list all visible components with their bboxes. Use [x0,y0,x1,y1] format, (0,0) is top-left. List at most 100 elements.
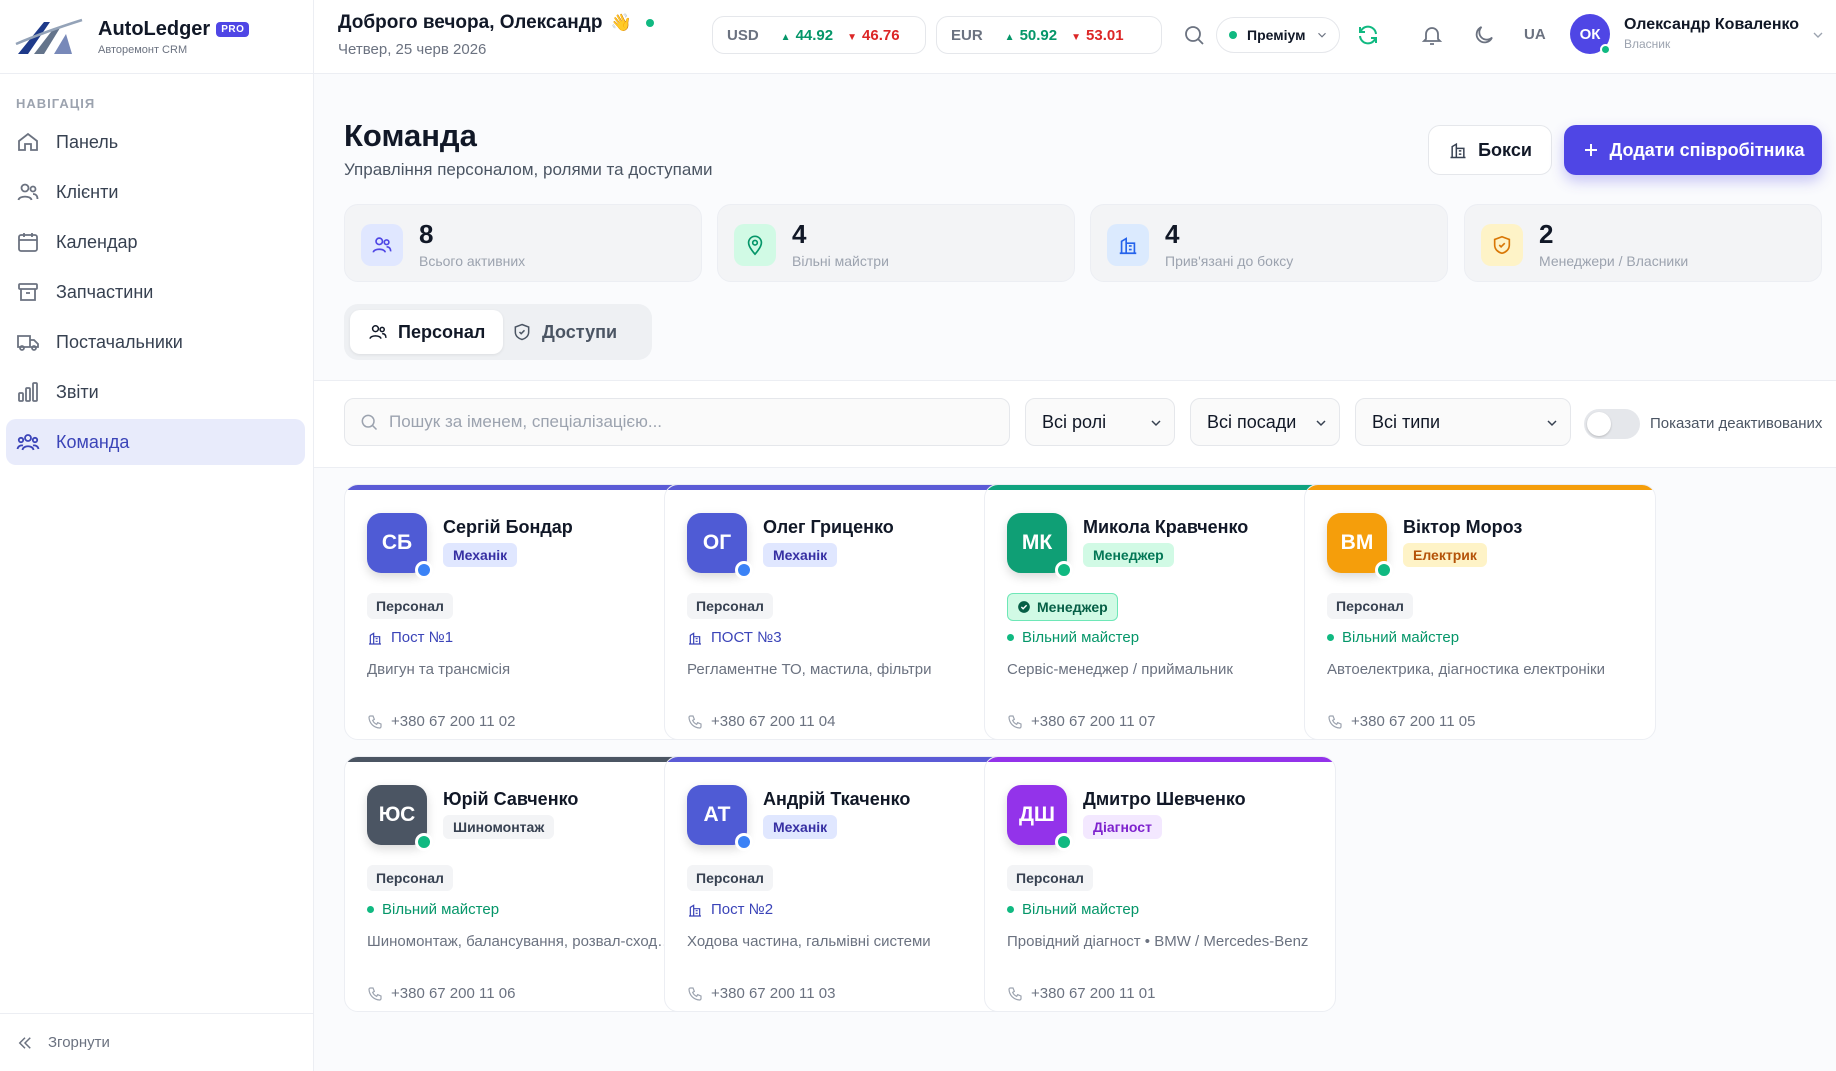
moon-icon[interactable] [1472,23,1496,47]
bar-chart-icon [18,382,38,402]
employee-card[interactable]: МК Микола Кравченко Менеджер Менеджер Вільни… [984,484,1336,740]
sidebar-item-parts[interactable]: Запчастини [6,269,305,315]
team-icon [16,434,40,451]
sidebar-item-team[interactable]: Команда [6,419,305,465]
greeting-text: Доброго вечора, Олександр [338,12,603,33]
filter-bar: Всі ролі Всі посади Всі типи Показати де… [314,380,1836,468]
employee-avatar: СБ [367,513,433,579]
employee-card[interactable]: ВМ Віктор Мороз Електрик Персонал Вільний ма… [1304,484,1656,740]
search-input[interactable] [389,412,989,432]
add-employee-label: Додати співробітника [1609,139,1805,160]
stat-card-bound: 4 Прив'язані до боксу [1090,204,1448,282]
employee-post: Вільний майстер [1022,901,1140,918]
employee-post: ПОСТ №3 [711,629,782,646]
shield-icon [514,323,530,341]
stat-label: Вільні майстри [792,253,889,269]
shield-icon [1493,235,1511,255]
employee-phone[interactable]: +380 67 200 11 03 [687,985,835,1002]
plan-status-dot [1229,31,1237,39]
employee-card[interactable]: ЮС Юрій Савченко Шиномонтаж Персонал Вільний… [344,756,696,1012]
phone-number: +380 67 200 11 01 [1031,985,1156,1002]
free-status-dot [1007,906,1014,913]
phone-icon [368,714,382,729]
nav-heading: НАВІГАЦІЯ [16,96,96,111]
sidebar-item-label: Звіти [56,381,99,402]
add-employee-button[interactable]: Додати співробітника [1564,125,1822,175]
fx-sell: 46.76 [862,26,900,44]
sidebar-item-dashboard[interactable]: Панель [6,119,305,165]
employee-phone[interactable]: +380 67 200 11 02 [367,713,515,730]
employee-phone[interactable]: +380 67 200 11 05 [1327,713,1475,730]
arrow-down-icon: ▼ [847,31,858,43]
brand[interactable]: AutoLedger PRO Авторемонт CRM [0,0,313,74]
fx-rate-eur[interactable]: EUR ▲ 50.92 ▼ 53.01 [936,16,1162,54]
fx-currency: EUR [951,26,983,44]
sidebar-item-reports[interactable]: Звіти [6,369,305,415]
employee-phone[interactable]: +380 67 200 11 07 [1007,713,1155,730]
home-icon [18,132,38,151]
employee-post: Вільний майстер [1342,629,1460,646]
sidebar: AutoLedger PRO Авторемонт CRM НАВІГАЦІЯ П… [0,0,314,1071]
avatar-initials: ВМ [1340,531,1374,554]
wave-emoji: 👋 [610,13,632,32]
refresh-icon[interactable] [1356,23,1380,47]
tab-access[interactable]: Доступи [494,310,635,354]
search-icon[interactable] [1182,23,1206,47]
avatar-initials: ОГ [702,531,732,554]
phone-number: +380 67 200 11 04 [711,713,836,730]
boxes-button[interactable]: Бокси [1428,125,1552,175]
employee-card[interactable]: СБ Сергій Бондар Механік Персонал Пост №1 Дви… [344,484,696,740]
phone-icon [1328,714,1342,729]
chevron-down-icon [1318,32,1327,38]
employee-card[interactable]: АТ Андрій Ткаченко Механік Персонал Пост №2 Х… [664,756,1016,1012]
user-name[interactable]: Олександр Коваленко [1624,16,1799,34]
employee-phone[interactable]: +380 67 200 11 01 [1007,985,1155,1002]
types-select[interactable]: Всі типи [1355,398,1571,446]
arrow-up-icon: ▲ [780,31,791,43]
tab-label: Персонал [398,321,486,342]
employee-post: Пост №2 [711,901,774,918]
phone-icon [368,986,382,1001]
sidebar-item-label: Панель [56,131,119,152]
boxes-button-label: Бокси [1478,139,1532,160]
building-icon [689,631,701,645]
employee-phone[interactable]: +380 67 200 11 06 [367,985,515,1002]
users-icon [17,183,39,201]
main-content: Команда Управління персоналом, ролями та… [314,74,1836,1071]
status-dot [735,833,753,851]
sidebar-item-calendar[interactable]: Календар [6,219,305,265]
employee-card[interactable]: ОГ Олег Гриценко Механік Персонал ПОСТ №3 Рег… [664,484,1016,740]
chevron-down-icon[interactable] [1810,27,1826,43]
phone-icon [1008,986,1022,1001]
plan-selector[interactable]: Преміум [1216,17,1340,53]
free-status-dot [1327,634,1334,641]
card-accent-bar [1305,485,1655,490]
status-dot [1055,561,1073,579]
fx-rate-usd[interactable]: USD ▲ 44.92 ▼ 46.76 [712,16,926,54]
collapse-button[interactable]: Згорнути [0,1013,314,1071]
tab-staff[interactable]: Персонал [350,310,504,354]
show-deactivated-toggle[interactable] [1584,409,1640,439]
chevrons-left-icon [18,1036,31,1049]
employee-avatar: МК [1007,513,1073,579]
chevron-down-icon [1547,420,1557,427]
positions-select-value: Всі посади [1207,411,1297,432]
roles-select[interactable]: Всі ролі [1025,398,1175,446]
role-badge: Механік [763,815,838,839]
positions-select[interactable]: Всі посади [1190,398,1340,446]
language-switcher[interactable]: UA [1524,26,1546,43]
type-badge: Персонал [1007,865,1093,891]
user-role: Власник [1624,37,1671,51]
sidebar-item-suppliers[interactable]: Постачальники [6,319,305,365]
phone-icon [688,986,702,1001]
sidebar-item-clients[interactable]: Клієнти [6,169,305,215]
employee-phone[interactable]: +380 67 200 11 04 [687,713,835,730]
page-title: Команда [344,118,477,153]
status-dot [735,561,753,579]
user-avatar[interactable]: ОК [1570,14,1611,55]
arrow-up-icon: ▲ [1004,31,1015,43]
type-label: Персонал [1336,598,1404,614]
bell-icon[interactable] [1420,23,1444,47]
employee-card[interactable]: ДШ Дмитро Шевченко Діагност Персонал Вільний… [984,756,1336,1012]
search-box[interactable] [344,398,1010,446]
